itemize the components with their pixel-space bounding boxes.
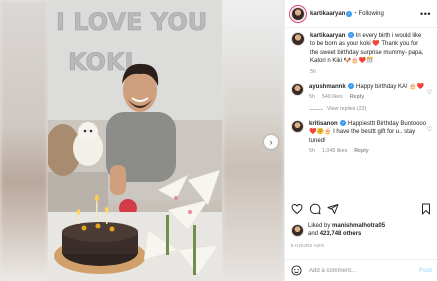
separator-dot: • bbox=[354, 10, 357, 17]
caption-avatar[interactable] bbox=[291, 32, 305, 46]
comment-avatar[interactable] bbox=[291, 82, 304, 96]
verified-badge-icon: ✓ bbox=[346, 10, 353, 17]
post-photo[interactable]: I LOVE YOU KOKI bbox=[48, 0, 222, 281]
verified-badge-icon: ✓ bbox=[348, 83, 355, 90]
comment-item: ayushmannk ✓ Happy birthday KA! 🎂❤️ 5h 5… bbox=[285, 82, 437, 112]
caption-username[interactable]: kartikaaryan bbox=[310, 33, 345, 39]
balloon-letters-line2: KOKI bbox=[68, 48, 133, 76]
comment-like-heart-icon[interactable]: ♡ bbox=[427, 89, 432, 96]
caption: kartikaaryan ✓ In every birth i would li… bbox=[285, 32, 437, 75]
post-side-panel: kartikaaryan ✓ • Following ••• kartikaar… bbox=[284, 0, 437, 281]
comments-list[interactable]: kartikaaryan ✓ In every birth i would li… bbox=[285, 32, 437, 198]
comment-icon[interactable] bbox=[309, 203, 321, 215]
replies-divider bbox=[309, 108, 323, 110]
comment-text: Happy birthday KA! 🎂❤️ bbox=[356, 83, 425, 90]
next-slide-button[interactable]: › bbox=[264, 135, 278, 149]
post-header: kartikaaryan ✓ • Following ••• bbox=[285, 0, 437, 28]
likes-prefix: Liked by bbox=[308, 223, 331, 229]
more-options-icon[interactable]: ••• bbox=[420, 9, 431, 19]
post-timestamp[interactable]: 5 HOURS AGO bbox=[291, 243, 324, 248]
likes-summary: Liked by manishmalhotra05 and 423,748 ot… bbox=[291, 222, 385, 238]
following-button[interactable]: Following bbox=[358, 11, 383, 17]
liked-by-user[interactable]: manishmalhotra05 bbox=[332, 223, 385, 229]
verified-badge-icon: ✓ bbox=[340, 120, 347, 127]
share-icon[interactable] bbox=[327, 203, 339, 215]
save-bookmark-icon[interactable] bbox=[420, 203, 432, 215]
liker-avatar[interactable] bbox=[291, 223, 304, 237]
add-comment-bar: Post bbox=[285, 259, 437, 281]
balloon-letters-line1: I LOVE YOU bbox=[56, 8, 207, 36]
action-bar bbox=[291, 202, 432, 216]
media-area: I LOVE YOU KOKI › bbox=[0, 0, 284, 281]
view-replies-button[interactable]: View replies (22) bbox=[309, 106, 427, 112]
add-comment-input[interactable] bbox=[309, 267, 409, 274]
emoji-icon[interactable] bbox=[291, 265, 302, 276]
avatar[interactable] bbox=[291, 6, 305, 21]
photo-illustration: I LOVE YOU KOKI bbox=[48, 0, 222, 281]
verified-badge-icon: ✓ bbox=[348, 32, 355, 39]
likes-count[interactable]: 423,748 others bbox=[320, 231, 362, 237]
comment-likes[interactable]: 540 likes bbox=[322, 94, 343, 100]
comment-likes[interactable]: 1,048 likes bbox=[322, 148, 347, 154]
likes-mid: and bbox=[308, 231, 319, 237]
comment-username[interactable]: ayushmannk bbox=[309, 84, 346, 90]
comment-time[interactable]: 5h bbox=[309, 94, 315, 100]
comment-like-heart-icon[interactable]: ♡ bbox=[427, 126, 432, 133]
reply-button[interactable]: Reply bbox=[350, 94, 364, 100]
comment-item: kritisanon ✓ Happiesttt Birthday Buntooo… bbox=[285, 120, 437, 154]
caption-time[interactable]: 5h bbox=[310, 69, 316, 75]
comment-time[interactable]: 5h bbox=[309, 148, 315, 154]
post-comment-button[interactable]: Post bbox=[419, 268, 432, 274]
view-replies-label: View replies (22) bbox=[327, 106, 367, 113]
reply-button[interactable]: Reply bbox=[354, 148, 368, 154]
like-heart-icon[interactable] bbox=[291, 203, 303, 215]
comment-username[interactable]: kritisanon bbox=[309, 121, 338, 127]
comment-avatar[interactable] bbox=[291, 120, 304, 134]
blurred-background-left bbox=[0, 0, 48, 281]
header-username[interactable]: kartikaaryan bbox=[310, 11, 345, 17]
